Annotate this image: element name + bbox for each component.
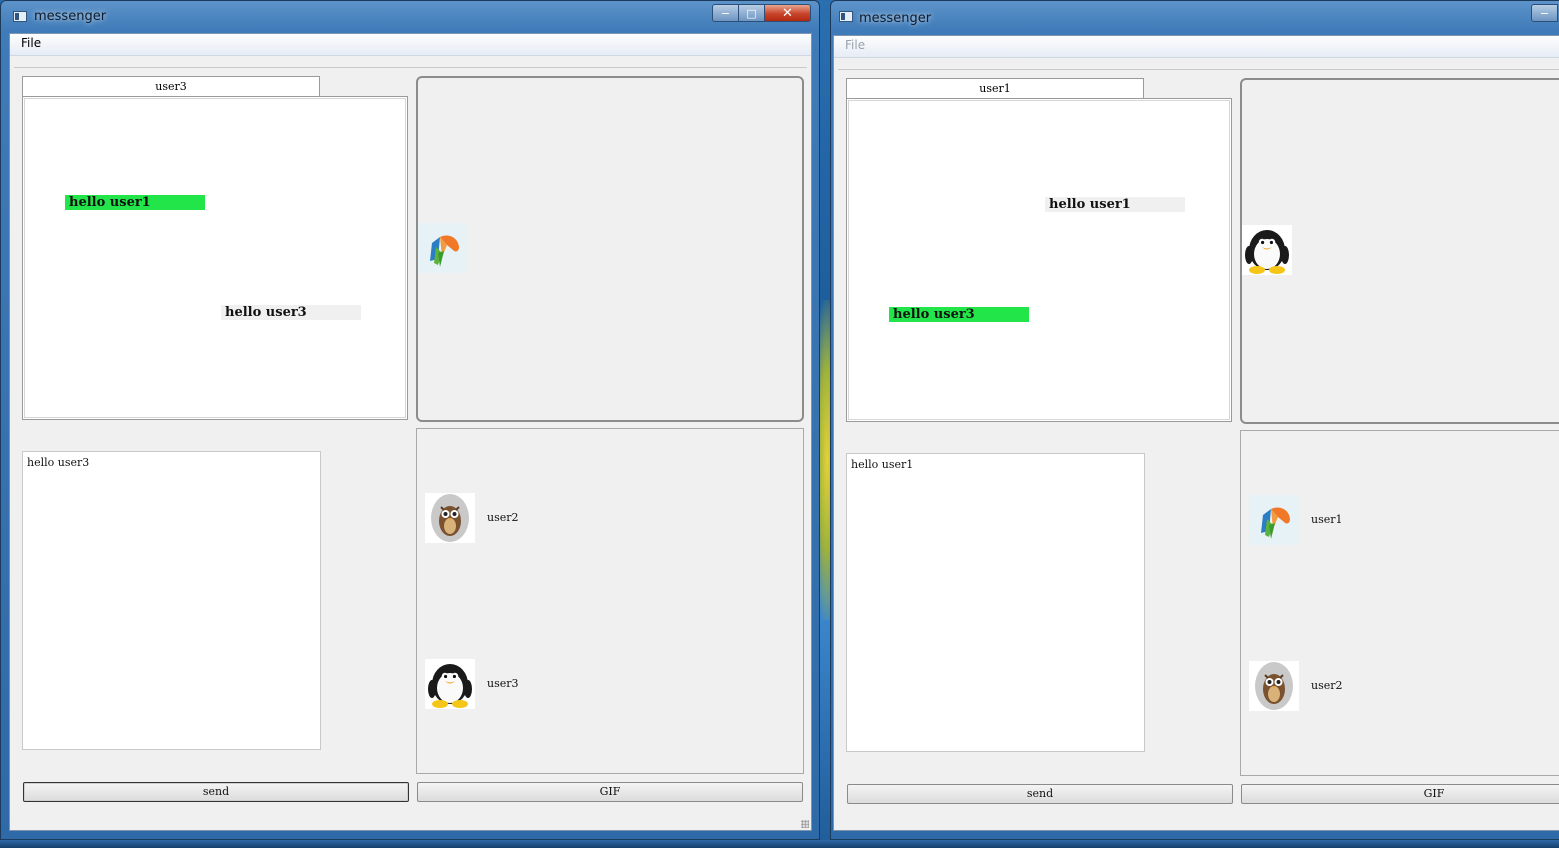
user-name: user2 [487,511,519,524]
window-title: messenger [859,11,932,26]
user-list-item[interactable]: user3 [425,659,725,711]
messenger-window-1: messenger − □ ✕ File user3 hello user1 h… [0,0,820,840]
send-button[interactable]: send [847,784,1233,804]
menu-bar: File [10,34,811,56]
chat-tab[interactable]: user3 [22,76,320,97]
chat-tab[interactable]: user1 [846,78,1144,99]
window-title: messenger [34,9,107,24]
user-list: user1 user2 [1240,430,1559,776]
messenger-window-2: messenger − File user1 hello user1 hello… [830,0,1559,840]
chat-history: hello user1 hello user3 [22,96,408,420]
user-name: user1 [1311,513,1343,526]
gif-panel [1240,78,1559,424]
user-list-item[interactable]: user2 [1249,661,1549,713]
menu-file[interactable]: File [845,38,865,52]
title-bar[interactable]: messenger − [831,1,1559,33]
parrot-icon [1249,495,1299,545]
parrot-icon [418,223,468,273]
owl-icon [425,493,475,543]
message-bubble: hello user3 [221,305,361,320]
gif-button[interactable]: GIF [1241,784,1559,804]
taskbar-edge [0,840,1559,848]
user-name: user3 [487,677,519,690]
divider [14,67,807,68]
divider [838,69,1559,70]
penguin-icon [1242,225,1292,275]
message-bubble: hello user1 [65,195,205,210]
message-input-text: hello user1 [851,458,914,471]
user-list-item[interactable]: user1 [1249,495,1549,547]
message-bubble: hello user1 [1045,197,1185,212]
client-area: File user1 hello user1 hello user3 hello… [833,35,1559,831]
penguin-icon [425,659,475,709]
title-bar[interactable]: messenger − □ ✕ [1,1,819,33]
minimize-button[interactable]: − [1531,4,1558,22]
message-input[interactable]: hello user3 [22,451,321,750]
message-input-text: hello user3 [27,456,90,469]
send-button[interactable]: send [23,782,409,802]
menu-file[interactable]: File [21,36,41,50]
user-list: user2 user3 [416,428,804,774]
app-window-icon [839,11,853,22]
chat-history: hello user1 hello user3 [846,98,1232,422]
caption-buttons: − [1531,4,1558,22]
client-area: File user3 hello user1 hello user3 hello… [9,33,812,831]
user-name: user2 [1311,679,1343,692]
maximize-button[interactable]: □ [739,4,765,22]
user-list-item[interactable]: user2 [425,493,725,545]
resize-grip[interactable] [801,820,809,828]
message-input[interactable]: hello user1 [846,453,1145,752]
owl-icon [1249,661,1299,711]
gif-button[interactable]: GIF [417,782,803,802]
app-window-icon [13,11,27,22]
gif-panel [416,76,804,422]
minimize-button[interactable]: − [712,4,739,22]
menu-bar: File [834,36,1559,58]
message-bubble: hello user3 [889,307,1029,322]
close-button[interactable]: ✕ [765,4,811,22]
caption-buttons: − □ ✕ [712,4,811,22]
